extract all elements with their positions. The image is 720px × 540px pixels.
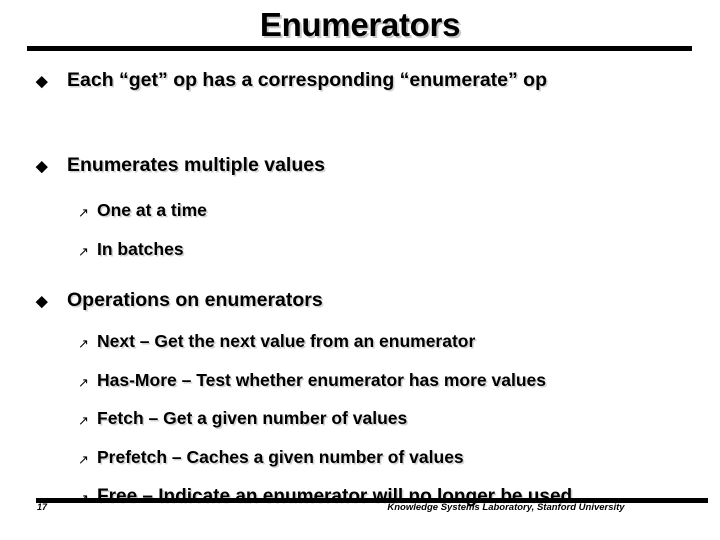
bullet-text: Has-More – Test whether enumerator has m… [97, 370, 546, 390]
diamond-bullet-icon: ◆ [36, 158, 48, 175]
bullet-item-prefetch: ↗ Prefetch – Caches a given number of va… [78, 446, 718, 469]
arrow-bullet-icon: ↗ [78, 452, 89, 467]
bullet-text: Enumerates multiple values [67, 154, 325, 176]
bullet-text: One at a time [97, 200, 207, 220]
bullet-text: Operations on enumerators [67, 289, 323, 311]
bullet-item-operations-on-enumerators: ◆ Operations on enumerators [36, 288, 712, 313]
bullet-item-enumerates-multiple-values: ◆ Enumerates multiple values [36, 153, 712, 178]
arrow-bullet-icon: ↗ [78, 336, 89, 351]
slide-number: 17 [37, 502, 48, 512]
bullet-text: Prefetch – Caches a given number of valu… [97, 447, 464, 467]
arrow-bullet-icon: ↗ [78, 413, 89, 428]
bullet-text: In batches [97, 239, 184, 259]
bullet-item-next: ↗ Next – Get the next value from an enum… [78, 330, 718, 353]
bullet-item-each-get-op: ◆ Each “get” op has a corresponding “enu… [36, 68, 712, 93]
arrow-bullet-icon: ↗ [78, 375, 89, 390]
bullet-item-one-at-a-time: ↗ One at a time [78, 199, 718, 222]
title-divider [27, 46, 692, 51]
bullet-text: Fetch – Get a given number of values [97, 408, 408, 428]
diamond-bullet-icon: ◆ [36, 293, 48, 310]
bullet-item-fetch: ↗ Fetch – Get a given number of values [78, 407, 718, 430]
bullet-item-has-more: ↗ Has-More – Test whether enumerator has… [78, 369, 718, 392]
arrow-bullet-icon: ↗ [78, 244, 89, 259]
bullet-text: Each “get” op has a corresponding “enume… [67, 69, 548, 91]
slide-canvas: Enumerators ◆ Each “get” op has a corres… [0, 0, 720, 540]
arrow-bullet-icon: ↗ [78, 205, 89, 220]
bullet-text: Next – Get the next value from an enumer… [97, 331, 476, 351]
page-title: Enumerators [259, 6, 461, 43]
diamond-bullet-icon: ◆ [36, 73, 48, 90]
footer-organization: Knowledge Systems Laboratory, Stanford U… [387, 502, 625, 513]
bullet-item-in-batches: ↗ In batches [78, 238, 718, 261]
